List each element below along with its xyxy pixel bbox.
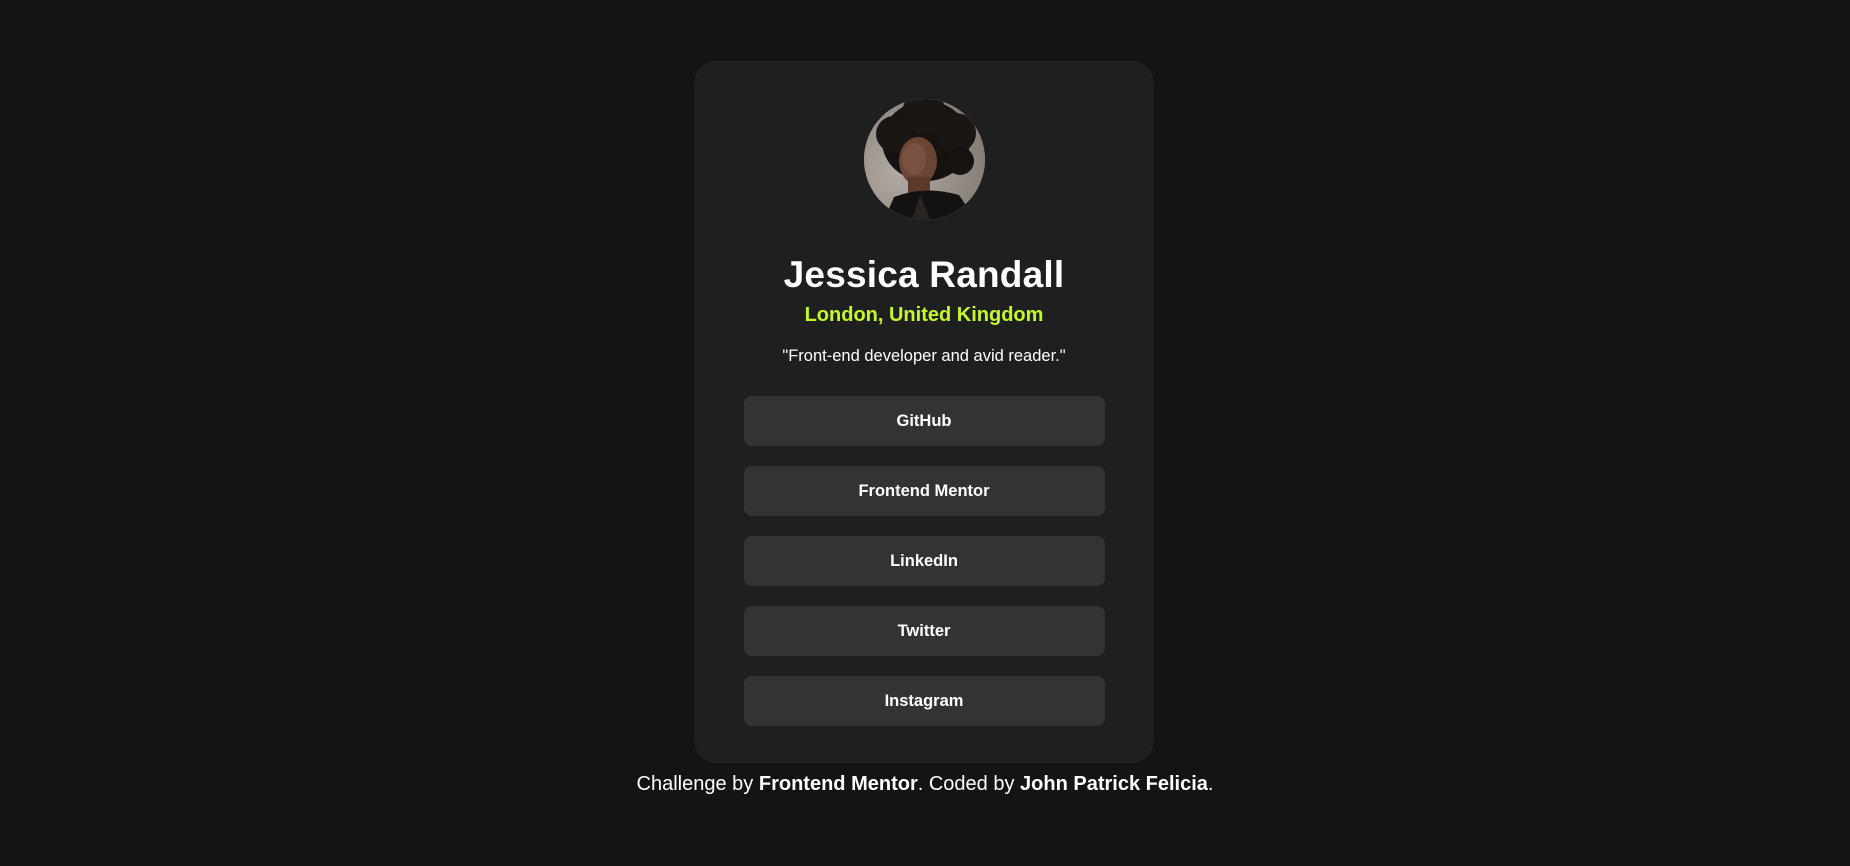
- avatar-photo-icon: [863, 99, 985, 220]
- social-links-list: GitHub Frontend Mentor LinkedIn Twitter …: [743, 396, 1105, 726]
- link-button-instagram[interactable]: Instagram: [743, 676, 1105, 726]
- attribution-prefix: Challenge by: [636, 773, 759, 795]
- link-button-twitter[interactable]: Twitter: [743, 606, 1105, 656]
- link-button-github[interactable]: GitHub: [743, 396, 1105, 446]
- profile-card: Jessica Randall London, United Kingdom "…: [694, 61, 1154, 763]
- attribution-footer: Challenge by Frontend Mentor. Coded by J…: [0, 771, 1850, 797]
- challenge-link[interactable]: Frontend Mentor: [759, 773, 918, 795]
- profile-bio: "Front-end developer and avid reader.": [782, 347, 1066, 365]
- profile-name: Jessica Randall: [783, 254, 1065, 295]
- link-button-linkedin[interactable]: LinkedIn: [743, 536, 1105, 586]
- link-button-frontend-mentor[interactable]: Frontend Mentor: [743, 466, 1105, 516]
- attribution-middle: . Coded by: [917, 773, 1021, 795]
- avatar: [863, 99, 985, 220]
- attribution-suffix: .: [1207, 773, 1214, 795]
- author-link[interactable]: John Patrick Felicia: [1020, 773, 1208, 795]
- profile-location: London, United Kingdom: [804, 304, 1044, 326]
